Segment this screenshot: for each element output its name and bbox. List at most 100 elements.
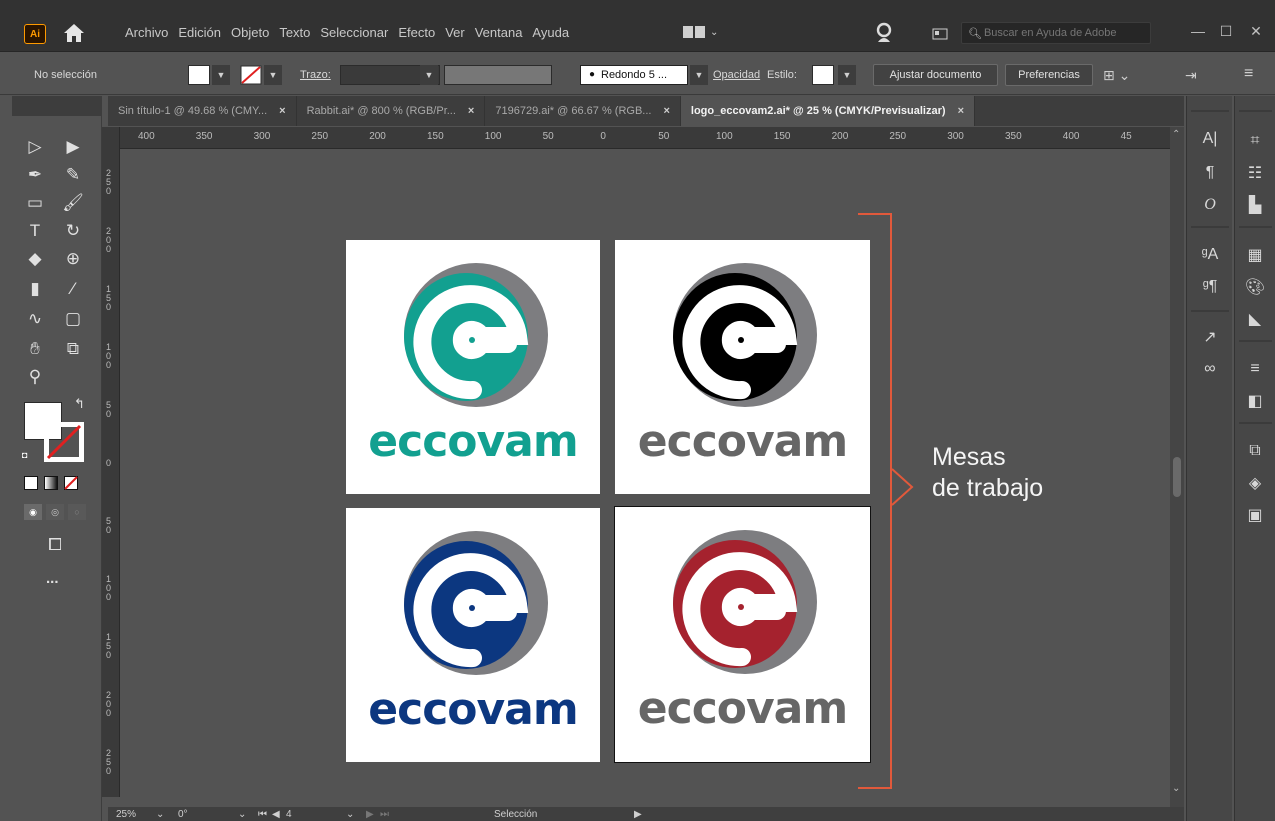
- eraser-tool-icon[interactable]: ◆: [20, 246, 50, 272]
- direct-selection-tool-icon[interactable]: ▶: [58, 134, 88, 160]
- graphic-style-swatch[interactable]: [812, 65, 834, 85]
- tab-document-1[interactable]: Sin título-1 @ 49.68 % (CMY... ×: [108, 96, 297, 126]
- symbol-sprayer-tool-icon[interactable]: ▢: [58, 306, 88, 332]
- scroll-thumb[interactable]: [1173, 457, 1181, 497]
- transform-icon[interactable]: ⇥: [1185, 67, 1197, 84]
- stroke-color-box[interactable]: [44, 422, 84, 462]
- menu-archivo[interactable]: Archivo: [120, 25, 173, 40]
- character-icon[interactable]: A|: [1195, 126, 1225, 152]
- home-icon[interactable]: [62, 22, 86, 44]
- gradient-tool-icon[interactable]: ▮: [20, 276, 50, 302]
- artboard-dropdown-icon[interactable]: ⌄: [346, 809, 366, 820]
- panel-menu-icon[interactable]: ≡: [1244, 65, 1253, 83]
- scroll-down-icon[interactable]: ⌄: [1172, 783, 1180, 794]
- paragraph-styles-icon[interactable]: ᵍ¶: [1195, 274, 1225, 300]
- arrange-icon[interactable]: [932, 28, 948, 40]
- stroke-none-swatch[interactable]: [240, 65, 262, 85]
- last-artboard-icon[interactable]: ⏭: [380, 809, 394, 820]
- menu-seleccionar[interactable]: Seleccionar: [315, 25, 393, 40]
- swatches-icon[interactable]: ▦: [1240, 242, 1270, 268]
- close-window-button[interactable]: ✕: [1243, 20, 1269, 42]
- minimize-button[interactable]: —: [1185, 20, 1211, 42]
- style-dropdown[interactable]: ▼: [838, 65, 856, 85]
- artboard-3[interactable]: eccovam: [346, 508, 600, 762]
- next-artboard-icon[interactable]: ▶: [366, 809, 380, 820]
- menu-edicion[interactable]: Edición: [173, 25, 226, 40]
- artboards-panel-icon[interactable]: ⧉: [1240, 438, 1270, 464]
- blend-tool-icon[interactable]: ∿: [20, 306, 50, 332]
- rectangle-tool-icon[interactable]: ▭: [20, 190, 50, 216]
- brush-definition[interactable]: ● Redondo 5 ...: [580, 65, 688, 85]
- artboard-tool-icon[interactable]: ⧉: [58, 336, 88, 362]
- tab-close-icon[interactable]: ×: [663, 105, 669, 117]
- vertical-scrollbar[interactable]: ⌃ ⌄: [1170, 127, 1184, 807]
- tab-document-3[interactable]: 7196729.ai* @ 66.67 % (RGB... ×: [485, 96, 681, 126]
- artboard-4[interactable]: eccovam: [614, 506, 871, 763]
- help-search[interactable]: 🔍︎: [961, 22, 1151, 44]
- transparency-icon[interactable]: ◧: [1240, 388, 1270, 414]
- paintbrush-tool-icon[interactable]: 🖌︎: [58, 190, 88, 216]
- hand-tool-icon[interactable]: ✋︎: [20, 336, 50, 362]
- canvas[interactable]: eccovam eccovam eccovam eccovam Mesas de…: [120, 149, 1170, 797]
- color-icon[interactable]: 🎨︎: [1240, 274, 1270, 300]
- menu-texto[interactable]: Texto: [274, 25, 315, 40]
- horizontal-ruler[interactable]: 400 350 300 250 200 150 100 50 0 50 100 150 200 250 30…: [108, 127, 1184, 149]
- menu-ventana[interactable]: Ventana: [470, 25, 528, 40]
- type-tool-icon[interactable]: T: [20, 218, 50, 244]
- maximize-button[interactable]: ☐: [1213, 20, 1239, 42]
- links-icon[interactable]: ∞: [1195, 356, 1225, 382]
- paragraph-icon[interactable]: ¶: [1195, 160, 1225, 186]
- draw-behind-icon[interactable]: ◎: [46, 504, 64, 520]
- stroke-dropdown[interactable]: ▼: [264, 65, 282, 85]
- curvature-tool-icon[interactable]: ✎: [58, 162, 88, 188]
- character-styles-icon[interactable]: ᵍA: [1195, 242, 1225, 268]
- align-panel-icon[interactable]: ▙: [1240, 192, 1270, 218]
- opacity-label[interactable]: Opacidad: [713, 69, 760, 81]
- help-search-input[interactable]: [983, 27, 1144, 39]
- tab-document-2[interactable]: Rabbit.ai* @ 800 % (RGB/Pr... ×: [297, 96, 486, 126]
- prev-artboard-icon[interactable]: ◀: [272, 809, 286, 820]
- vertical-ruler[interactable]: 250 200 150 100 50 0 50 100 150 200 250: [102, 127, 120, 797]
- stroke-label[interactable]: Trazo:: [300, 69, 331, 81]
- first-artboard-icon[interactable]: ⏮: [258, 809, 272, 820]
- menu-ver[interactable]: Ver: [440, 25, 470, 40]
- draw-inside-icon[interactable]: ○: [68, 504, 86, 520]
- selection-tool-icon[interactable]: ▷: [20, 134, 50, 160]
- tab-close-icon[interactable]: ×: [468, 105, 474, 117]
- stroke-panel-icon[interactable]: ≡: [1240, 356, 1270, 382]
- properties-icon[interactable]: ☷: [1240, 160, 1270, 186]
- preferences-button[interactable]: Preferencias: [1005, 64, 1093, 86]
- default-colors-icon[interactable]: ◘: [22, 450, 27, 460]
- zoom-dropdown-icon[interactable]: ⌄: [156, 809, 178, 820]
- toolbar-handle[interactable]: [12, 96, 102, 116]
- tab-close-icon[interactable]: ×: [958, 105, 964, 117]
- variable-width-profile[interactable]: [444, 65, 552, 85]
- stroke-weight-dropdown[interactable]: ▼: [420, 65, 438, 85]
- zoom-level[interactable]: 25%: [116, 809, 156, 820]
- menu-efecto[interactable]: Efecto: [393, 25, 440, 40]
- share-icon[interactable]: [874, 22, 896, 44]
- fill-dropdown[interactable]: ▼: [212, 65, 230, 85]
- edit-toolbar-button[interactable]: ...: [46, 570, 59, 587]
- menu-ayuda[interactable]: Ayuda: [527, 25, 574, 40]
- draw-normal-icon[interactable]: ◉: [24, 504, 42, 520]
- rotate-tool-icon[interactable]: ↻: [58, 218, 88, 244]
- brush-dropdown[interactable]: ▼: [690, 65, 708, 85]
- tab-close-icon[interactable]: ×: [279, 105, 285, 117]
- align-icon[interactable]: ⊞ ⌄: [1103, 67, 1130, 84]
- scroll-up-icon[interactable]: ⌃: [1172, 129, 1180, 140]
- rotation-value[interactable]: 0°: [178, 809, 238, 820]
- workspace-switcher[interactable]: ⌄: [683, 26, 718, 38]
- fill-swatch[interactable]: [188, 65, 210, 85]
- menu-objeto[interactable]: Objeto: [226, 25, 274, 40]
- color-mode-icon[interactable]: [24, 476, 38, 490]
- opentype-icon[interactable]: O: [1195, 192, 1225, 218]
- rotation-dropdown-icon[interactable]: ⌄: [238, 809, 258, 820]
- gradient-panel-icon[interactable]: ◣: [1240, 306, 1270, 332]
- shape-builder-tool-icon[interactable]: ⊕: [58, 246, 88, 272]
- swap-colors-icon[interactable]: ↰: [74, 396, 85, 412]
- pen-tool-icon[interactable]: ✒: [20, 162, 50, 188]
- screen-mode-icon[interactable]: ⧠: [40, 532, 70, 558]
- artboard-2[interactable]: eccovam: [615, 240, 870, 494]
- transform-panel-icon[interactable]: ⌗: [1240, 128, 1270, 154]
